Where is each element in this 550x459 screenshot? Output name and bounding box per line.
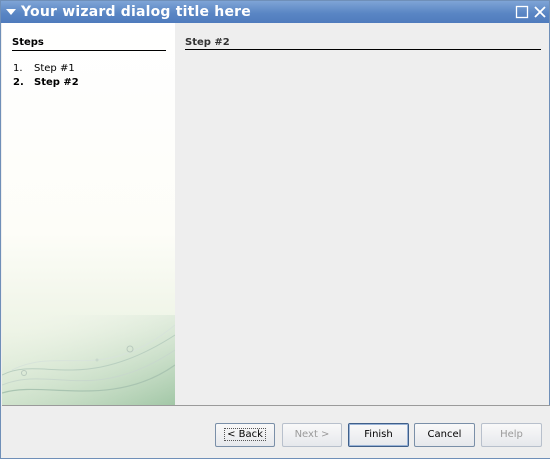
finish-button[interactable]: Finish — [348, 423, 409, 447]
content-divider — [185, 49, 541, 50]
finish-button-label: Finish — [364, 429, 393, 440]
step-number: 1. — [13, 63, 23, 74]
maximize-icon[interactable] — [514, 4, 530, 20]
steps-header: Steps — [12, 37, 44, 48]
step-label: Step #1 — [34, 63, 75, 74]
content-panel: Step #2 — [175, 23, 549, 405]
step-item-2: 2. Step #2 — [13, 76, 79, 90]
step-number: 2. — [13, 77, 24, 88]
window-menu-icon[interactable] — [5, 6, 17, 18]
step-label: Step #2 — [34, 77, 79, 88]
title-bar[interactable]: Your wizard dialog title here — [1, 1, 549, 23]
steps-list: 1. Step #1 2. Step #2 — [13, 62, 79, 90]
cancel-button[interactable]: Cancel — [414, 423, 475, 447]
steps-panel: Steps 1. Step #1 2. Step #2 — [2, 23, 175, 405]
next-button[interactable]: Next > — [282, 423, 342, 447]
button-bar: < Back Next > Finish Cancel Help — [2, 406, 550, 458]
help-button[interactable]: Help — [481, 423, 542, 447]
help-button-label: Help — [500, 429, 523, 440]
window-title: Your wizard dialog title here — [21, 4, 251, 20]
back-button[interactable]: < Back — [215, 423, 275, 447]
close-icon[interactable] — [532, 4, 548, 20]
steps-divider — [12, 50, 166, 51]
decorative-swirl-image — [2, 315, 175, 405]
step-item-1: 1. Step #1 — [13, 62, 79, 76]
next-button-label: Next > — [294, 429, 330, 440]
cancel-button-label: Cancel — [427, 429, 462, 440]
content-title: Step #2 — [185, 37, 230, 48]
back-button-label: < Back — [224, 428, 266, 441]
wizard-dialog: Your wizard dialog title here Steps 1. S… — [0, 0, 550, 459]
